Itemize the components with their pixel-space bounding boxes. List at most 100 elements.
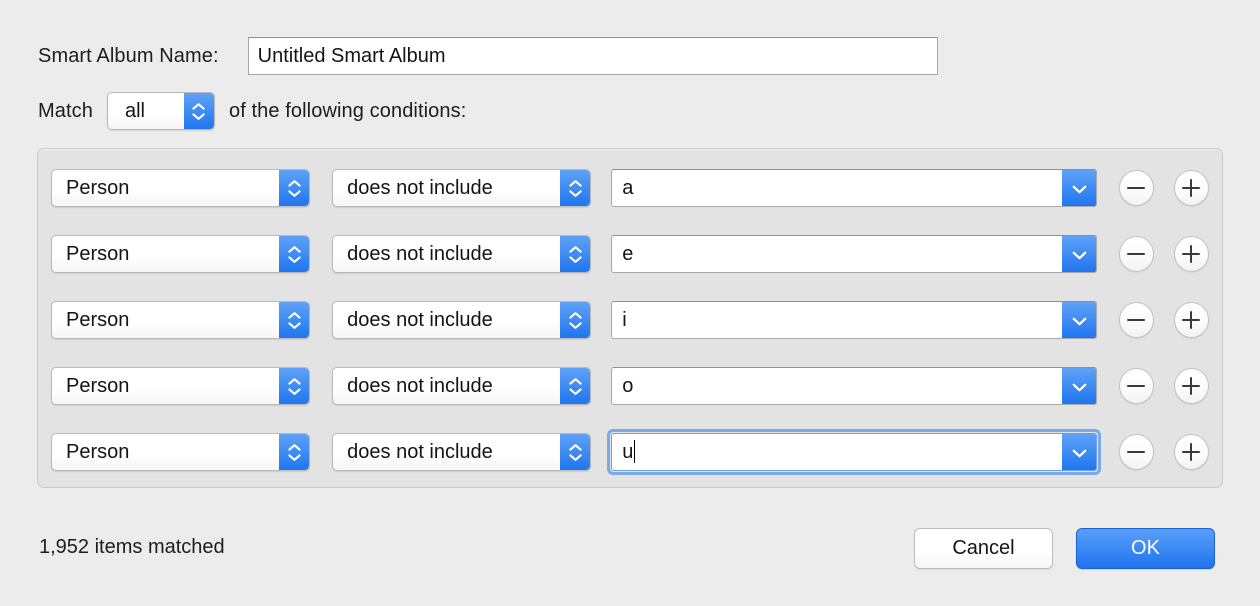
- condition-operator-value: does not include: [347, 308, 493, 331]
- chevron-down-icon: [569, 321, 582, 329]
- text-caret: [634, 440, 636, 463]
- add-condition-button[interactable]: [1173, 302, 1209, 338]
- chevron-down-icon: [287, 321, 301, 329]
- match-trailing-label: of the following conditions:: [228, 99, 467, 122]
- condition-field-select[interactable]: Person: [51, 169, 311, 207]
- chevron-up-icon: [287, 311, 301, 319]
- condition-field-select[interactable]: Person: [51, 433, 311, 471]
- condition-value-combobox[interactable]: u: [607, 429, 1101, 475]
- chevron-down-icon: [1072, 251, 1087, 259]
- condition-row: Person does not include i: [51, 301, 1209, 339]
- condition-value-combobox[interactable]: a: [611, 169, 1097, 207]
- items-matched-status: 1,952 items matched: [39, 536, 225, 558]
- condition-operator-value: does not include: [347, 242, 493, 265]
- chevron-up-icon: [287, 245, 301, 253]
- stepper-up-down-icon[interactable]: [560, 434, 591, 470]
- add-condition-button[interactable]: [1173, 236, 1209, 272]
- minus-icon: [1127, 385, 1146, 387]
- condition-field-value: Person: [66, 242, 130, 265]
- condition-operator-select[interactable]: does not include: [332, 301, 592, 339]
- add-condition-button[interactable]: [1173, 170, 1209, 206]
- stepper-up-down-icon[interactable]: [279, 434, 310, 470]
- chevron-down-icon: [287, 453, 301, 461]
- cancel-button[interactable]: Cancel: [914, 528, 1053, 569]
- condition-value-text: a: [622, 177, 634, 199]
- chevron-down-icon: [287, 189, 301, 197]
- condition-value-input[interactable]: i: [612, 302, 1061, 338]
- smart-album-name-row: Smart Album Name: Untitled Smart Album: [38, 37, 938, 75]
- stepper-up-down-icon[interactable]: [279, 368, 310, 404]
- condition-value-input[interactable]: a: [612, 170, 1061, 206]
- stepper-up-down-icon[interactable]: [279, 236, 310, 272]
- condition-value-combobox[interactable]: i: [611, 301, 1097, 339]
- chevron-down-icon: [1072, 185, 1087, 193]
- smart-album-name-value: Untitled Smart Album: [257, 44, 446, 67]
- condition-value-text: e: [622, 243, 634, 265]
- remove-condition-button[interactable]: [1118, 236, 1154, 272]
- chevron-up-icon: [287, 179, 301, 187]
- condition-operator-select[interactable]: does not include: [332, 433, 592, 471]
- condition-value-input[interactable]: e: [612, 236, 1061, 272]
- condition-value-combobox[interactable]: o: [611, 367, 1097, 405]
- plus-icon: [1182, 245, 1201, 263]
- plus-icon: [1182, 179, 1201, 197]
- add-condition-button[interactable]: [1173, 434, 1209, 470]
- condition-value-combobox[interactable]: e: [611, 235, 1097, 273]
- chevron-up-icon: [569, 179, 582, 187]
- minus-icon: [1127, 253, 1146, 255]
- condition-row: Person does not include a: [51, 169, 1209, 207]
- condition-row: Person does not include o: [51, 367, 1209, 405]
- condition-value-input[interactable]: u: [612, 434, 1061, 470]
- stepper-up-down-icon[interactable]: [560, 170, 591, 206]
- chevron-down-icon: [1072, 449, 1087, 457]
- condition-operator-value: does not include: [347, 176, 493, 199]
- ok-button[interactable]: OK: [1076, 528, 1215, 569]
- condition-field-select[interactable]: Person: [51, 301, 311, 339]
- plus-icon: [1182, 377, 1201, 395]
- match-type-select[interactable]: all: [106, 92, 215, 130]
- condition-field-select[interactable]: Person: [51, 367, 311, 405]
- condition-field-value: Person: [66, 308, 130, 331]
- condition-value-text: o: [622, 375, 634, 397]
- condition-operator-select[interactable]: does not include: [332, 367, 592, 405]
- match-row: Match all of the following conditions:: [38, 92, 466, 130]
- smart-album-name-label: Smart Album Name:: [38, 44, 219, 67]
- condition-operator-select[interactable]: does not include: [332, 169, 592, 207]
- stepper-up-down-icon[interactable]: [183, 93, 214, 129]
- stepper-up-down-icon[interactable]: [560, 302, 591, 338]
- remove-condition-button[interactable]: [1118, 368, 1154, 404]
- minus-icon: [1127, 187, 1146, 189]
- condition-value-menu-button[interactable]: [1061, 302, 1096, 338]
- chevron-up-icon: [287, 443, 301, 451]
- minus-icon: [1127, 319, 1146, 321]
- condition-value-text: u: [622, 441, 634, 463]
- remove-condition-button[interactable]: [1118, 434, 1154, 470]
- plus-icon: [1182, 311, 1201, 329]
- stepper-up-down-icon[interactable]: [279, 302, 310, 338]
- chevron-down-icon: [192, 112, 206, 120]
- condition-field-select[interactable]: Person: [51, 235, 311, 273]
- condition-value-menu-button[interactable]: [1061, 236, 1096, 272]
- condition-value-input[interactable]: o: [612, 368, 1061, 404]
- condition-field-value: Person: [66, 176, 130, 199]
- condition-value-menu-button[interactable]: [1061, 170, 1096, 206]
- condition-operator-value: does not include: [347, 374, 493, 397]
- plus-icon: [1182, 443, 1201, 461]
- condition-operator-select[interactable]: does not include: [332, 235, 592, 273]
- stepper-up-down-icon[interactable]: [560, 368, 591, 404]
- condition-row: Person does not include u: [51, 429, 1209, 475]
- remove-condition-button[interactable]: [1118, 170, 1154, 206]
- chevron-up-icon: [569, 443, 582, 451]
- condition-value-menu-button[interactable]: [1061, 368, 1096, 404]
- condition-value-menu-button[interactable]: [1061, 434, 1096, 470]
- add-condition-button[interactable]: [1173, 368, 1209, 404]
- stepper-up-down-icon[interactable]: [560, 236, 591, 272]
- chevron-up-icon: [287, 377, 301, 385]
- remove-condition-button[interactable]: [1118, 302, 1154, 338]
- chevron-up-icon: [569, 311, 582, 319]
- chevron-down-icon: [569, 453, 582, 461]
- chevron-up-icon: [569, 377, 582, 385]
- smart-album-name-input[interactable]: Untitled Smart Album: [247, 37, 938, 75]
- stepper-up-down-icon[interactable]: [279, 170, 310, 206]
- condition-field-value: Person: [66, 440, 130, 463]
